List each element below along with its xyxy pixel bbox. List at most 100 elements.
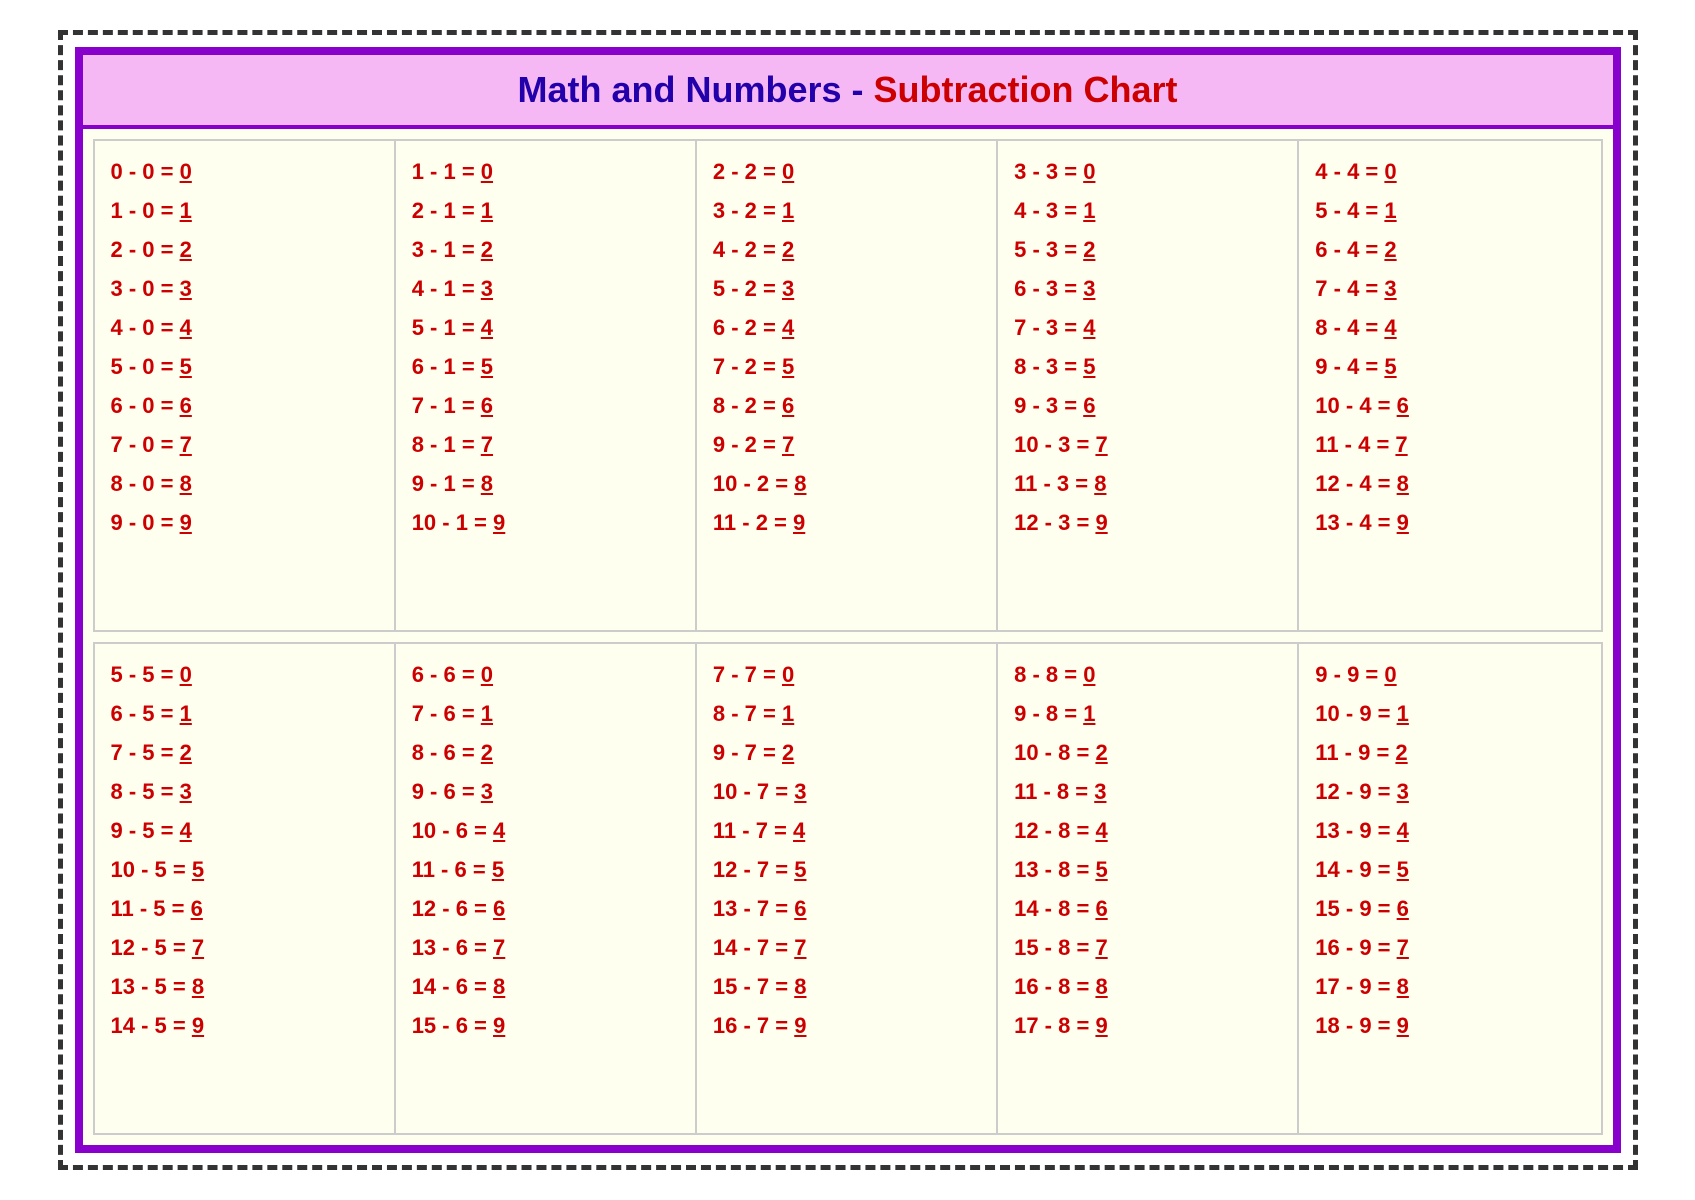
answer-0-4-3: 3 — [1384, 276, 1396, 301]
equation-0-0-3: 3 - 0 = 3 — [111, 272, 378, 305]
equation-0-4-8: 12 - 4 = 8 — [1315, 467, 1584, 500]
answer-0-1-0: 0 — [481, 159, 493, 184]
equation-1-1-5: 11 - 6 = 5 — [412, 853, 679, 886]
answer-0-1-4: 4 — [481, 315, 493, 340]
equation-0-3-5: 8 - 3 = 5 — [1014, 350, 1281, 383]
answer-1-3-6: 6 — [1095, 896, 1107, 921]
equation-0-2-4: 6 - 2 = 4 — [713, 311, 980, 344]
answer-0-4-9: 9 — [1397, 510, 1409, 535]
equation-0-2-2: 4 - 2 = 2 — [713, 233, 980, 266]
answer-0-1-8: 8 — [481, 471, 493, 496]
answer-1-2-9: 9 — [794, 1013, 806, 1038]
equation-1-3-6: 14 - 8 = 6 — [1014, 892, 1281, 925]
equation-0-4-6: 10 - 4 = 6 — [1315, 389, 1584, 422]
answer-1-3-8: 8 — [1095, 974, 1107, 999]
equation-1-0-5: 10 - 5 = 5 — [111, 853, 378, 886]
answer-0-2-9: 9 — [793, 510, 805, 535]
equation-1-4-9: 18 - 9 = 9 — [1315, 1009, 1584, 1042]
equation-0-0-1: 1 - 0 = 1 — [111, 194, 378, 227]
equation-0-2-1: 3 - 2 = 1 — [713, 194, 980, 227]
equation-1-1-4: 10 - 6 = 4 — [412, 814, 679, 847]
equation-0-4-9: 13 - 4 = 9 — [1315, 506, 1584, 539]
equation-1-2-2: 9 - 7 = 2 — [713, 736, 980, 769]
equation-0-0-7: 7 - 0 = 7 — [111, 428, 378, 461]
equation-1-2-7: 14 - 7 = 7 — [713, 931, 980, 964]
header-prefix: Math and Numbers - — [517, 69, 873, 110]
answer-1-4-1: 1 — [1397, 701, 1409, 726]
equation-0-2-3: 5 - 2 = 3 — [713, 272, 980, 305]
answer-1-3-1: 1 — [1083, 701, 1095, 726]
answer-1-2-5: 5 — [794, 857, 806, 882]
answer-1-0-2: 2 — [180, 740, 192, 765]
equation-0-4-1: 5 - 4 = 1 — [1315, 194, 1584, 227]
cell-0-3: 3 - 3 = 04 - 3 = 15 - 3 = 26 - 3 = 37 - … — [998, 141, 1299, 630]
equation-0-1-2: 3 - 1 = 2 — [412, 233, 679, 266]
answer-1-0-8: 8 — [192, 974, 204, 999]
equation-0-1-8: 9 - 1 = 8 — [412, 467, 679, 500]
equation-1-4-7: 16 - 9 = 7 — [1315, 931, 1584, 964]
equation-1-0-1: 6 - 5 = 1 — [111, 697, 378, 730]
answer-1-4-7: 7 — [1397, 935, 1409, 960]
answer-0-1-1: 1 — [481, 198, 493, 223]
equation-0-2-5: 7 - 2 = 5 — [713, 350, 980, 383]
answer-0-3-6: 6 — [1083, 393, 1095, 418]
section-1: 5 - 5 = 06 - 5 = 17 - 5 = 28 - 5 = 39 - … — [93, 642, 1603, 1135]
answer-1-0-9: 9 — [192, 1013, 204, 1038]
answer-0-0-4: 4 — [180, 315, 192, 340]
answer-0-1-9: 9 — [493, 510, 505, 535]
equation-0-3-9: 12 - 3 = 9 — [1014, 506, 1281, 539]
equation-1-2-3: 10 - 7 = 3 — [713, 775, 980, 808]
equation-0-4-7: 11 - 4 = 7 — [1315, 428, 1584, 461]
equation-0-3-8: 11 - 3 = 8 — [1014, 467, 1281, 500]
answer-1-2-4: 4 — [793, 818, 805, 843]
equation-0-3-6: 9 - 3 = 6 — [1014, 389, 1281, 422]
answer-1-3-2: 2 — [1095, 740, 1107, 765]
equation-0-1-3: 4 - 1 = 3 — [412, 272, 679, 305]
equation-0-1-7: 8 - 1 = 7 — [412, 428, 679, 461]
equation-0-1-1: 2 - 1 = 1 — [412, 194, 679, 227]
equation-1-0-4: 9 - 5 = 4 — [111, 814, 378, 847]
equation-0-1-9: 10 - 1 = 9 — [412, 506, 679, 539]
answer-0-1-6: 6 — [481, 393, 493, 418]
answer-1-1-4: 4 — [493, 818, 505, 843]
equation-1-0-7: 12 - 5 = 7 — [111, 931, 378, 964]
equation-1-3-5: 13 - 8 = 5 — [1014, 853, 1281, 886]
equation-1-4-4: 13 - 9 = 4 — [1315, 814, 1584, 847]
answer-1-0-1: 1 — [180, 701, 192, 726]
cell-0-1: 1 - 1 = 02 - 1 = 13 - 1 = 24 - 1 = 35 - … — [396, 141, 697, 630]
answer-1-4-0: 0 — [1384, 662, 1396, 687]
cell-1-3: 8 - 8 = 09 - 8 = 110 - 8 = 211 - 8 = 312… — [998, 644, 1299, 1133]
answer-0-0-3: 3 — [180, 276, 192, 301]
equation-0-3-7: 10 - 3 = 7 — [1014, 428, 1281, 461]
answer-1-3-7: 7 — [1095, 935, 1107, 960]
answer-1-1-0: 0 — [481, 662, 493, 687]
answer-0-2-5: 5 — [782, 354, 794, 379]
equation-1-0-9: 14 - 5 = 9 — [111, 1009, 378, 1042]
cell-1-0: 5 - 5 = 06 - 5 = 17 - 5 = 28 - 5 = 39 - … — [95, 644, 396, 1133]
equation-0-2-8: 10 - 2 = 8 — [713, 467, 980, 500]
equation-0-2-0: 2 - 2 = 0 — [713, 155, 980, 188]
answer-1-0-3: 3 — [180, 779, 192, 804]
answer-0-3-8: 8 — [1094, 471, 1106, 496]
answer-0-4-7: 7 — [1395, 432, 1407, 457]
equation-1-1-9: 15 - 6 = 9 — [412, 1009, 679, 1042]
answer-1-1-9: 9 — [493, 1013, 505, 1038]
answer-0-4-1: 1 — [1384, 198, 1396, 223]
equation-0-4-3: 7 - 4 = 3 — [1315, 272, 1584, 305]
answer-1-3-4: 4 — [1095, 818, 1107, 843]
cell-1-2: 7 - 7 = 08 - 7 = 19 - 7 = 210 - 7 = 311 … — [697, 644, 998, 1133]
equation-0-0-9: 9 - 0 = 9 — [111, 506, 378, 539]
equation-0-3-4: 7 - 3 = 4 — [1014, 311, 1281, 344]
answer-0-4-2: 2 — [1384, 237, 1396, 262]
equation-1-4-3: 12 - 9 = 3 — [1315, 775, 1584, 808]
answer-0-4-6: 6 — [1397, 393, 1409, 418]
equation-0-0-8: 8 - 0 = 8 — [111, 467, 378, 500]
answer-1-4-2: 2 — [1395, 740, 1407, 765]
equation-0-0-4: 4 - 0 = 4 — [111, 311, 378, 344]
answer-0-0-2: 2 — [180, 237, 192, 262]
answer-0-2-6: 6 — [782, 393, 794, 418]
equation-1-2-0: 7 - 7 = 0 — [713, 658, 980, 691]
outer-border: Math and Numbers - Subtraction Chart 0 -… — [58, 30, 1638, 1170]
answer-0-3-3: 3 — [1083, 276, 1095, 301]
equation-1-0-6: 11 - 5 = 6 — [111, 892, 378, 925]
